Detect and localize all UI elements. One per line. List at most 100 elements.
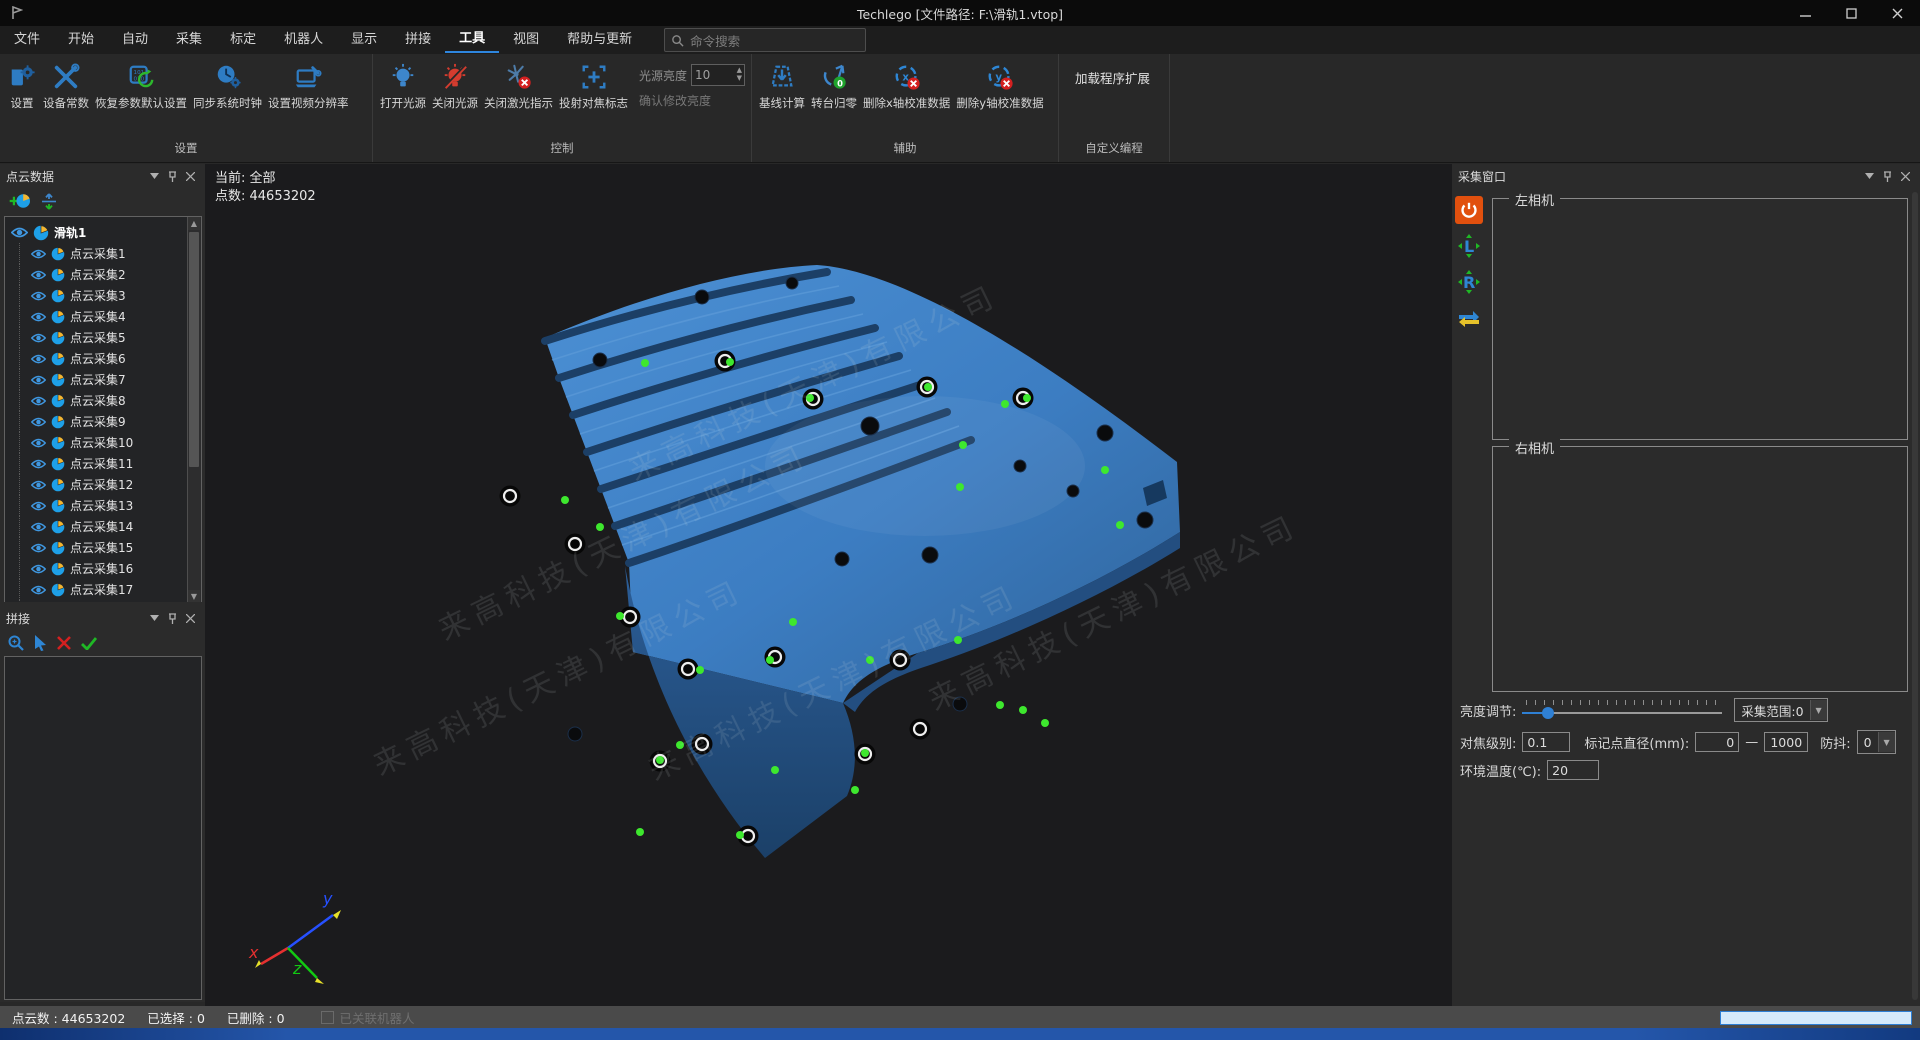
left-camera-view[interactable]: 左相机 <box>1492 198 1908 440</box>
sync-clock-button[interactable]: 同步系统时钟 <box>192 60 263 113</box>
eye-icon[interactable] <box>31 500 46 512</box>
spinner-arrows-icon[interactable]: ▲▼ <box>737 66 742 82</box>
ambient-temp-input[interactable] <box>1547 760 1599 780</box>
right-camera-button[interactable]: R <box>1455 268 1483 296</box>
tree-item[interactable]: 点云采集2 <box>5 264 188 285</box>
eye-icon[interactable] <box>31 563 46 575</box>
tree-item[interactable]: 点云采集5 <box>5 327 188 348</box>
camera-power-button[interactable] <box>1455 196 1483 224</box>
tree-item[interactable]: 点云采集11 <box>5 453 188 474</box>
scan-scene[interactable]: 来高科技(天津)有限公司来高科技(天津)有限公司来高科技(天津)有限公司来高科技… <box>205 164 1452 1006</box>
confirm-selection-icon[interactable] <box>81 637 97 650</box>
menu-file[interactable]: 文件 <box>0 27 54 53</box>
tree-item[interactable]: 点云采集12 <box>5 474 188 495</box>
focus-mark-button[interactable]: 投射对焦标志 <box>558 60 629 113</box>
right-camera-view[interactable]: 右相机 <box>1492 446 1908 692</box>
maximize-button[interactable] <box>1828 0 1874 26</box>
left-camera-button[interactable]: L <box>1455 232 1483 260</box>
close-panel-icon[interactable] <box>181 168 199 184</box>
scroll-up-icon[interactable]: ▲ <box>188 217 200 230</box>
eye-icon[interactable] <box>31 332 46 344</box>
menu-view[interactable]: 视图 <box>499 27 553 53</box>
marker-min-input[interactable] <box>1695 732 1739 752</box>
eye-icon[interactable] <box>11 226 28 239</box>
tree-item[interactable]: 点云采集10 <box>5 432 188 453</box>
tree-item[interactable]: 点云采集1 <box>5 243 188 264</box>
eye-icon[interactable] <box>31 353 46 365</box>
tree-item[interactable]: 点云采集9 <box>5 411 188 432</box>
panel-scrollbar[interactable] <box>1912 192 1918 1000</box>
brightness-slider[interactable] <box>1522 700 1722 720</box>
eye-icon[interactable] <box>31 521 46 533</box>
tree-item[interactable]: 点云采集6 <box>5 348 188 369</box>
command-search[interactable]: 命令搜索 <box>664 28 866 52</box>
eye-icon[interactable] <box>31 416 46 428</box>
menu-display[interactable]: 显示 <box>337 27 391 53</box>
pin-icon[interactable] <box>163 610 181 626</box>
tree-item[interactable]: 点云采集4 <box>5 306 188 327</box>
delete-x-calib-button[interactable]: x 删除x轴校准数据 <box>862 60 951 113</box>
eye-icon[interactable] <box>31 290 46 302</box>
close-panel-icon[interactable] <box>1896 168 1914 184</box>
menu-capture[interactable]: 采集 <box>162 27 216 53</box>
menu-help[interactable]: 帮助与更新 <box>553 27 646 53</box>
eye-icon[interactable] <box>31 248 46 260</box>
tree-item[interactable]: 点云采集7 <box>5 369 188 390</box>
splice-content-area[interactable] <box>4 656 202 1000</box>
menu-calibration[interactable]: 标定 <box>216 27 270 53</box>
chevron-down-icon[interactable] <box>145 168 163 184</box>
eye-icon[interactable] <box>31 269 46 281</box>
swap-cameras-icon[interactable] <box>1455 304 1483 332</box>
eye-icon[interactable] <box>31 458 46 470</box>
stabilize-combo[interactable]: 0 ▼ <box>1857 730 1896 754</box>
checkbox-icon[interactable] <box>321 1011 334 1024</box>
tree-item[interactable]: 点云采集3 <box>5 285 188 306</box>
tree-item[interactable]: 点云采集15 <box>5 537 188 558</box>
tree-scrollbar[interactable]: ▲ ▼ <box>187 217 201 603</box>
menu-start[interactable]: 开始 <box>54 27 108 53</box>
capture-range-combo[interactable]: 采集范围:0 ▼ <box>1734 698 1827 722</box>
delete-y-calib-button[interactable]: y 删除y轴校准数据 <box>955 60 1044 113</box>
video-resolution-button[interactable]: 设置视频分辨率 <box>267 60 350 113</box>
pin-icon[interactable] <box>163 168 181 184</box>
add-pointcloud-icon[interactable] <box>8 193 30 209</box>
light-off-button[interactable]: 关闭光源 <box>431 60 479 113</box>
reorder-icon[interactable] <box>40 193 58 210</box>
turntable-zero-button[interactable]: 0 转台归零 <box>810 60 858 113</box>
device-constants-button[interactable]: 设备常数 <box>42 60 90 113</box>
confirm-brightness-button[interactable]: 确认修改亮度 <box>639 92 745 109</box>
menu-splice[interactable]: 拼接 <box>391 27 445 53</box>
focus-level-input[interactable] <box>1522 732 1570 752</box>
pin-icon[interactable] <box>1878 168 1896 184</box>
chevron-down-icon[interactable] <box>1860 168 1878 184</box>
tree-item[interactable]: 点云采集14 <box>5 516 188 537</box>
cursor-icon[interactable] <box>34 635 47 651</box>
tree-item[interactable]: 点云采集13 <box>5 495 188 516</box>
menu-auto[interactable]: 自动 <box>108 27 162 53</box>
tree-item[interactable]: 点云采集8 <box>5 390 188 411</box>
eye-icon[interactable] <box>31 311 46 323</box>
tree-root-item[interactable]: 滑轨1 <box>5 222 188 243</box>
settings-button[interactable]: 设置 <box>6 60 38 113</box>
eye-icon[interactable] <box>31 437 46 449</box>
chevron-down-icon[interactable] <box>145 610 163 626</box>
baseline-calc-button[interactable]: 基线计算 <box>758 60 806 113</box>
chevron-down-icon[interactable]: ▼ <box>1878 732 1895 752</box>
restore-defaults-button[interactable]: 101010 恢复参数默认设置 <box>94 60 188 113</box>
chevron-down-icon[interactable]: ▼ <box>1810 700 1827 720</box>
close-button[interactable] <box>1874 0 1920 26</box>
laser-off-button[interactable]: 关闭激光指示 <box>483 60 554 113</box>
menu-tools[interactable]: 工具 <box>445 27 499 53</box>
load-program-extension-button[interactable]: 加载程序扩展 <box>1065 60 1160 95</box>
eye-icon[interactable] <box>31 479 46 491</box>
close-panel-icon[interactable] <box>181 610 199 626</box>
minimize-button[interactable] <box>1782 0 1828 26</box>
eye-icon[interactable] <box>31 374 46 386</box>
tree-item[interactable]: 点云采集17 <box>5 579 188 600</box>
eye-icon[interactable] <box>31 395 46 407</box>
menu-robot[interactable]: 机器人 <box>270 27 337 53</box>
scroll-thumb[interactable] <box>189 232 199 467</box>
robot-linked-checkbox[interactable]: 已关联机器人 <box>321 1008 415 1027</box>
eye-icon[interactable] <box>31 584 46 596</box>
marker-max-input[interactable] <box>1764 732 1808 752</box>
